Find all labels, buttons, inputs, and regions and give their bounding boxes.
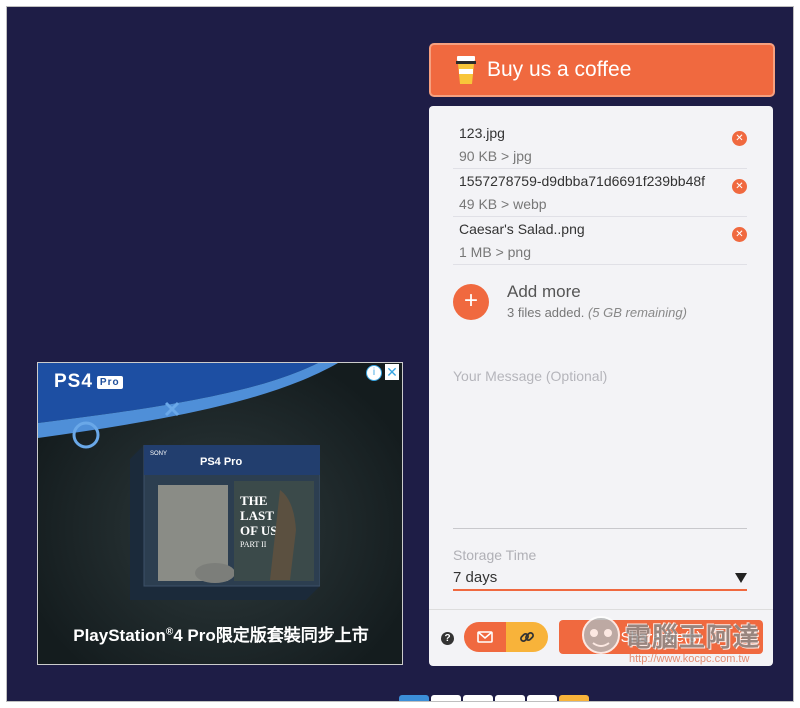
coffee-cup-icon xyxy=(455,54,477,86)
ps4-logo: PS4 Pro xyxy=(54,371,123,393)
strip-tile xyxy=(527,695,557,701)
strip-tile xyxy=(463,695,493,701)
svg-text:THE: THE xyxy=(240,493,267,508)
share-files-button[interactable]: Share file(s) xyxy=(559,620,763,654)
help-icon[interactable]: ? xyxy=(441,632,454,645)
share-mode-toggle xyxy=(464,622,548,652)
ad-info-icon[interactable]: i xyxy=(366,365,382,381)
file-name: 1557278759-d9dbba71d6691f239bb48f xyxy=(459,173,706,189)
pro-badge: Pro xyxy=(96,375,123,389)
file-meta: 90 KB > jpg xyxy=(459,148,532,164)
files-added-summary: 3 files added. (5 GB remaining) xyxy=(507,305,687,320)
strip-tile xyxy=(495,695,525,701)
ps4-brand: PS4 xyxy=(54,371,93,392)
buy-coffee-button[interactable]: Buy us a coffee xyxy=(429,43,775,97)
dropdown-caret-icon xyxy=(735,573,747,583)
svg-text:PS4 Pro: PS4 Pro xyxy=(200,456,242,468)
file-item: 123.jpg 90 KB > jpg ✕ xyxy=(453,122,747,169)
remove-file-icon[interactable]: ✕ xyxy=(732,131,747,146)
storage-time-label: Storage Time xyxy=(453,547,537,563)
upload-panel: 123.jpg 90 KB > jpg ✕ 1557278759-d9dbba7… xyxy=(429,106,773,666)
divider xyxy=(429,609,773,610)
ad-caption-pre: PlayStation xyxy=(73,626,166,645)
advertisement[interactable]: PS4 Pro i ✕ SONY PS4 Pro THE LAST OF US … xyxy=(37,362,403,665)
remaining-space: (5 GB remaining) xyxy=(587,305,687,320)
strip-tile xyxy=(431,695,461,701)
remove-file-icon[interactable]: ✕ xyxy=(732,227,747,242)
storage-time-value: 7 days xyxy=(453,569,498,586)
message-input[interactable] xyxy=(453,368,747,529)
file-meta: 49 KB > webp xyxy=(459,196,547,212)
svg-text:SONY: SONY xyxy=(150,451,167,457)
remove-file-icon[interactable]: ✕ xyxy=(732,179,747,194)
ad-caption-post: 4 Pro限定版套裝同步上市 xyxy=(173,626,369,645)
file-item: 1557278759-d9dbba71d6691f239bb48f 49 KB … xyxy=(453,170,747,217)
link-icon xyxy=(520,632,534,642)
file-name: 123.jpg xyxy=(459,125,505,141)
ad-caption: PlayStation®4 Pro限定版套裝同步上市 xyxy=(38,621,402,646)
email-mode-button[interactable] xyxy=(464,622,506,652)
link-mode-button[interactable] xyxy=(506,622,548,652)
svg-text:PART II: PART II xyxy=(240,540,267,549)
add-files-button[interactable]: + xyxy=(453,284,489,320)
app-frame: Buy us a coffee 123.jpg 90 KB > jpg ✕ 15… xyxy=(6,6,794,702)
file-name: Caesar's Salad..png xyxy=(459,221,585,237)
file-meta: 1 MB > png xyxy=(459,244,531,260)
storage-time-select[interactable]: 7 days xyxy=(453,567,747,591)
svg-text:OF US: OF US xyxy=(240,523,277,538)
envelope-icon xyxy=(477,631,493,643)
console-box-image: SONY PS4 Pro THE LAST OF US PART II xyxy=(130,445,320,600)
strip-tile xyxy=(559,695,589,701)
file-item: Caesar's Salad..png 1 MB > png ✕ xyxy=(453,218,747,265)
strip-tile xyxy=(399,695,429,701)
ad-close-icon[interactable]: ✕ xyxy=(385,364,399,380)
files-added-count: 3 files added. xyxy=(507,305,585,320)
bottom-decoration xyxy=(399,695,609,701)
add-more-label[interactable]: Add more xyxy=(507,282,581,302)
svg-text:LAST: LAST xyxy=(240,508,274,523)
buy-coffee-label: Buy us a coffee xyxy=(487,58,632,81)
